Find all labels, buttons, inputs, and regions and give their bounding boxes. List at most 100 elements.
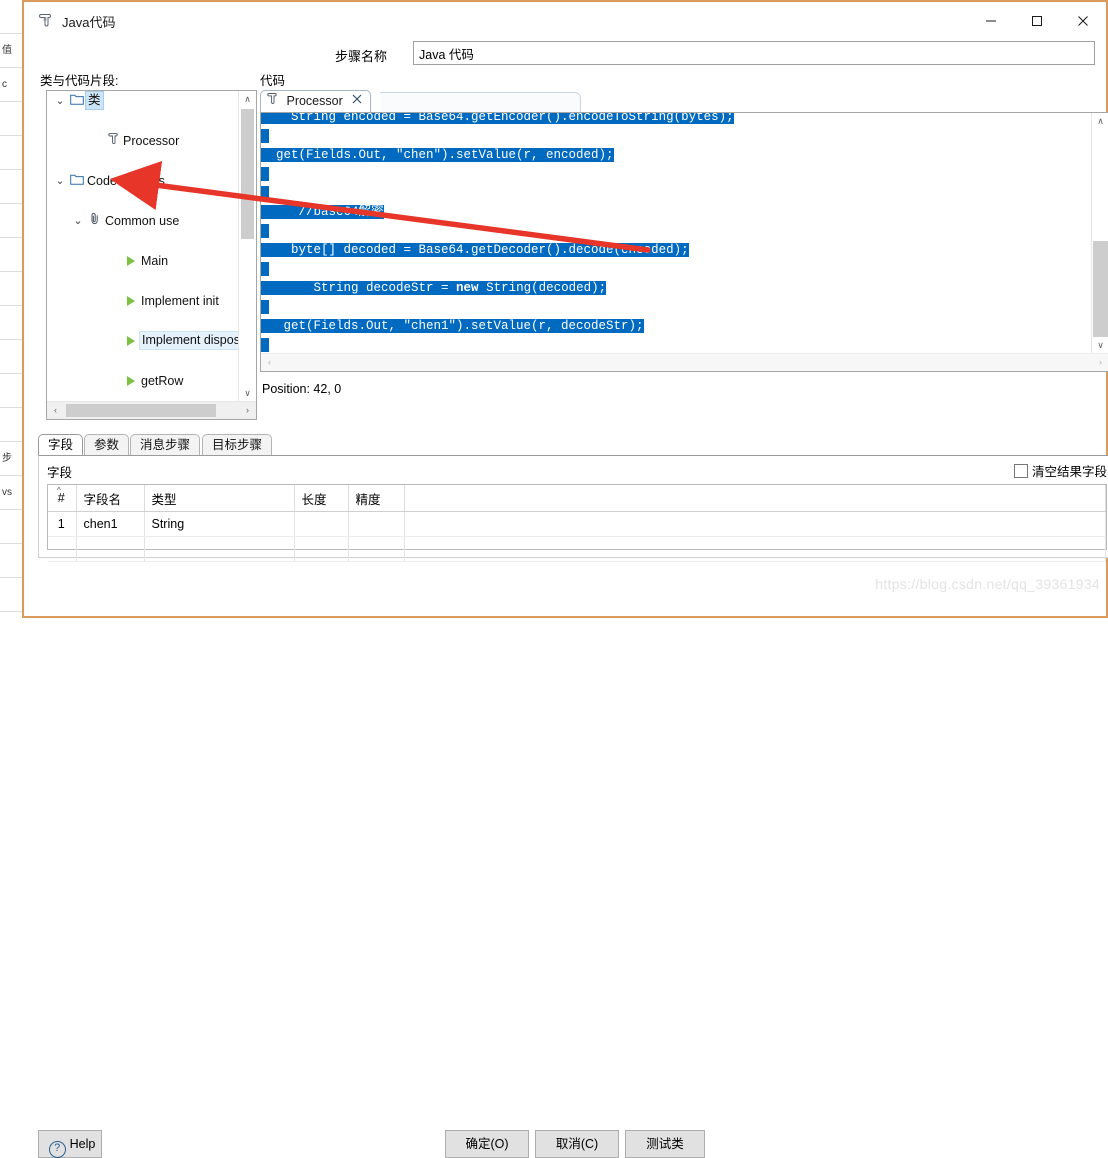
- code-vscroll-thumb[interactable]: [1093, 241, 1108, 337]
- java-scroll-icon: [38, 12, 54, 28]
- java-code-dialog: Java代码 步骤名称 类与代码片段: 代码 ⌄类Processor⌄Code …: [22, 0, 1108, 1158]
- code-line[interactable]: [261, 336, 1092, 354]
- background-window-row: vs: [0, 476, 22, 510]
- chevron-down-icon[interactable]: ⌄: [53, 91, 67, 111]
- background-window-row: [0, 544, 22, 578]
- close-button[interactable]: [1060, 2, 1106, 40]
- tree-node-label: Processor: [123, 134, 180, 148]
- tree-node-getrow[interactable]: getRow: [47, 371, 239, 391]
- tree-vertical-scrollbar[interactable]: ∧ ∨: [238, 91, 256, 402]
- tree-vscroll-thumb[interactable]: [241, 109, 254, 239]
- column-header[interactable]: 字段名: [76, 485, 145, 512]
- close-icon[interactable]: [352, 91, 362, 112]
- step-name-input[interactable]: [413, 41, 1095, 65]
- tree-node-main[interactable]: Main: [47, 251, 239, 271]
- chevron-down-icon[interactable]: ⌄: [71, 211, 85, 231]
- tree-node-label: getRow: [141, 374, 184, 388]
- table-cell[interactable]: [294, 511, 349, 537]
- class-tree-panel: ⌄ 类 Processor ⌄ Code Snippits ⌄ Common use Main…: [46, 90, 257, 420]
- maximize-button[interactable]: [1014, 2, 1060, 40]
- code-line[interactable]: [261, 260, 1092, 279]
- editor-tab-label: Processor: [286, 94, 343, 108]
- tree-node-label: Implement init: [141, 294, 219, 308]
- table-row[interactable]: 1 chen1 String: [48, 511, 1106, 537]
- code-vertical-scrollbar[interactable]: ∧ ∨: [1091, 113, 1108, 354]
- background-window-row: [0, 510, 22, 544]
- code-scroll-down-icon[interactable]: ∨: [1092, 337, 1108, 354]
- code-line[interactable]: get(Fields.Out, "chen").setValue(r, enco…: [261, 146, 1092, 165]
- code-line-text: [261, 300, 269, 314]
- column-header[interactable]: [404, 485, 1106, 512]
- bottom-tab-panel: 字段 参数 消息步骤 目标步骤 字段 清空结果字段 ^ # 字段名 类型 长度 精度 1 chen…: [38, 434, 1108, 562]
- test-class-button[interactable]: 测试类: [625, 1130, 705, 1158]
- bottom-tab-3[interactable]: 目标步骤: [202, 434, 273, 457]
- question-circle-icon: ?: [48, 1141, 66, 1158]
- code-line[interactable]: //base64解密: [261, 203, 1092, 222]
- minimize-button[interactable]: [968, 2, 1014, 40]
- checkbox-box[interactable]: [1013, 464, 1028, 478]
- ok-button[interactable]: 确定(O): [445, 1130, 529, 1158]
- background-window-row: [0, 374, 22, 408]
- tree-scroll-left-icon[interactable]: ‹: [47, 402, 64, 419]
- play-icon: [123, 251, 139, 271]
- bottom-tab-1[interactable]: 参数: [84, 434, 130, 457]
- tree-scroll-down-icon[interactable]: ∨: [239, 385, 256, 402]
- table-cell[interactable]: chen1: [76, 511, 145, 537]
- bottom-tab-0[interactable]: 字段: [38, 434, 84, 457]
- code-section-label: 代码: [260, 74, 286, 88]
- table-cell[interactable]: String: [144, 511, 295, 537]
- column-header[interactable]: 精度: [348, 485, 405, 512]
- code-scroll-right-icon[interactable]: ›: [1092, 354, 1108, 371]
- bottom-tab-2[interactable]: 消息步骤: [130, 434, 201, 457]
- clear-result-fields-label: 清空结果字段: [1031, 465, 1107, 479]
- code-line[interactable]: [261, 298, 1092, 317]
- code-line[interactable]: get(Fields.Out, "chen1").setValue(r, dec…: [261, 317, 1092, 336]
- fields-table[interactable]: ^ # 字段名 类型 长度 精度 1 chen1 String: [47, 484, 1107, 562]
- cancel-button[interactable]: 取消(C): [535, 1130, 619, 1158]
- help-button[interactable]: ? Help: [38, 1130, 102, 1158]
- tree-node-implement-init[interactable]: Implement init: [47, 291, 239, 311]
- tree-horizontal-scrollbar[interactable]: ‹ ›: [47, 401, 256, 419]
- background-window-row: [0, 340, 22, 374]
- table-cell[interactable]: [348, 511, 405, 537]
- tree-node-processor[interactable]: Processor: [47, 131, 239, 151]
- editor-tab-processor[interactable]: Processor: [260, 90, 372, 113]
- code-line[interactable]: String encoded = Base64.getEncoder().enc…: [261, 113, 1092, 127]
- code-scroll-up-icon[interactable]: ∧: [1092, 113, 1108, 130]
- clear-result-fields-checkbox[interactable]: 清空结果字段: [1013, 461, 1107, 480]
- table-body[interactable]: 1 chen1 String: [48, 511, 1106, 562]
- code-line[interactable]: [261, 165, 1092, 184]
- column-header[interactable]: 长度: [294, 485, 349, 512]
- bottom-tab-label: 目标步骤: [212, 438, 263, 452]
- tree-node-implement-dispose[interactable]: Implement dispose: [47, 331, 239, 351]
- clip-icon: [87, 211, 103, 231]
- tree-hscroll-thumb[interactable]: [66, 404, 216, 417]
- background-window: 值 c 步 vs: [0, 0, 23, 618]
- code-line[interactable]: [261, 222, 1092, 241]
- tree-node-common-use[interactable]: ⌄ Common use: [47, 211, 239, 231]
- table-header-row: ^ # 字段名 类型 长度 精度: [48, 485, 1106, 512]
- code-scroll-left-icon[interactable]: ‹: [261, 354, 278, 371]
- editor-tab-strip: Processor: [260, 90, 1108, 113]
- table-cell[interactable]: [404, 511, 1106, 537]
- table-cell[interactable]: 1: [48, 511, 77, 537]
- tree-scroll-right-icon[interactable]: ›: [239, 402, 256, 419]
- code-line[interactable]: [261, 127, 1092, 146]
- column-header[interactable]: 类型: [144, 485, 295, 512]
- chevron-down-icon[interactable]: ⌄: [53, 171, 67, 191]
- background-window-row: [0, 272, 22, 306]
- tree-node-[interactable]: ⌄ 类: [47, 91, 239, 111]
- column-header[interactable]: ^ #: [48, 485, 77, 512]
- tree-node-code-snippits[interactable]: ⌄ Code Snippits: [47, 171, 239, 191]
- code-horizontal-scrollbar[interactable]: ‹ ›: [261, 353, 1108, 371]
- code-line[interactable]: [261, 184, 1092, 203]
- tree-scroll-up-icon[interactable]: ∧: [239, 91, 256, 108]
- code-line[interactable]: String decodeStr = new String(decoded);: [261, 279, 1092, 298]
- class-tree[interactable]: ⌄ 类 Processor ⌄ Code Snippits ⌄ Common use Main…: [47, 91, 239, 402]
- code-editor-text[interactable]: String encoded = Base64.getEncoder().enc…: [261, 113, 1092, 354]
- code-line-text: //base64解密: [261, 205, 384, 219]
- code-line[interactable]: byte[] decoded = Base64.getDecoder().dec…: [261, 241, 1092, 260]
- help-button-label: Help: [69, 1137, 96, 1151]
- editor-tab-strip-fill: [380, 92, 581, 113]
- code-line-text: [261, 262, 269, 276]
